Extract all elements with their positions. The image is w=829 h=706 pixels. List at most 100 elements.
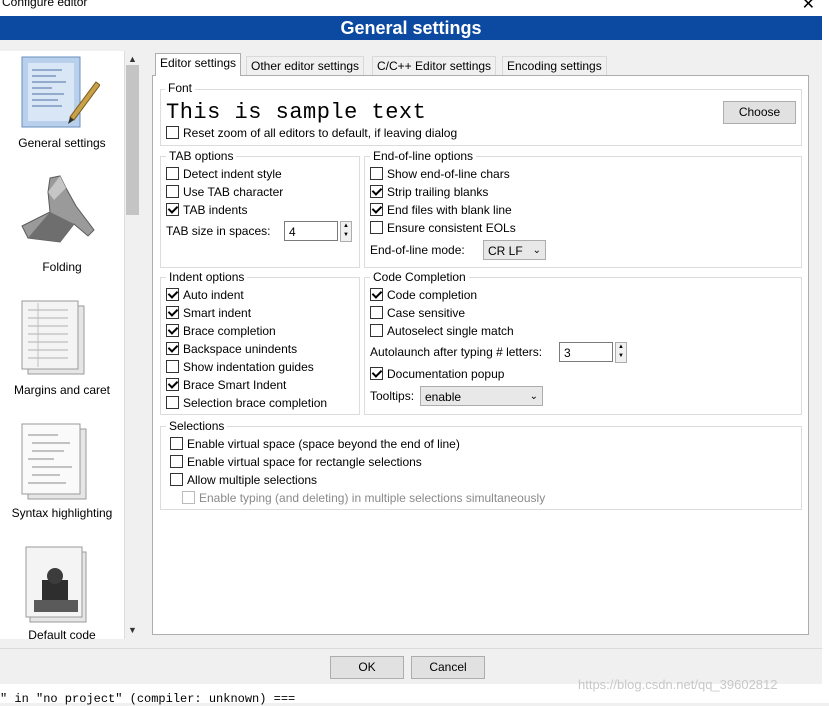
chevron-down-icon[interactable]: ▼ <box>128 625 137 635</box>
end-blank-line-checkbox[interactable]: End files with blank line <box>370 202 512 218</box>
case-sensitive-checkbox[interactable]: Case sensitive <box>370 305 465 321</box>
page-title: General settings <box>0 16 822 40</box>
show-eol-checkbox[interactable]: Show end-of-line chars <box>370 166 510 182</box>
autoselect-label: Autoselect single match <box>387 324 514 338</box>
end-blank-line-label: End files with blank line <box>387 203 512 217</box>
backspace-unindents-checkbox[interactable]: Backspace unindents <box>166 341 297 357</box>
font-group-title: Font <box>165 81 196 95</box>
checkbox-box[interactable] <box>166 360 179 373</box>
checkbox-box[interactable] <box>166 288 179 301</box>
sidebar-item-default-code[interactable]: Default code <box>0 541 124 639</box>
margins-icon <box>21 300 85 375</box>
choose-font-button[interactable]: Choose <box>723 101 796 124</box>
checkbox-box[interactable] <box>370 203 383 216</box>
autolaunch-input[interactable]: 3 <box>559 342 613 362</box>
virtual-space-rect-checkbox[interactable]: Enable virtual space for rectangle selec… <box>170 454 422 470</box>
use-tab-checkbox[interactable]: Use TAB character <box>166 184 283 200</box>
scrollbar-thumb[interactable] <box>126 65 139 215</box>
consistent-eol-checkbox[interactable]: Ensure consistent EOLs <box>370 220 516 236</box>
checkbox-box[interactable] <box>370 324 383 337</box>
strip-blanks-checkbox[interactable]: Strip trailing blanks <box>370 184 488 200</box>
tab-encoding-settings[interactable]: Encoding settings <box>502 56 607 76</box>
chevron-up-icon[interactable]: ▲ <box>128 54 137 64</box>
strip-blanks-label: Strip trailing blanks <box>387 185 489 199</box>
chevron-down-icon: ⌄ <box>529 391 538 402</box>
code-completion-checkbox[interactable]: Code completion <box>370 287 477 303</box>
documentation-popup-label: Documentation popup <box>387 367 505 381</box>
eol-mode-select[interactable]: CR LF ⌄ <box>483 240 546 260</box>
show-eol-label: Show end-of-line chars <box>387 167 510 181</box>
consistent-eol-label: Ensure consistent EOLs <box>387 221 516 235</box>
checkbox-box[interactable] <box>370 367 383 380</box>
sidebar-item-folding[interactable]: Folding <box>0 171 124 276</box>
checkbox-box[interactable] <box>370 185 383 198</box>
smart-indent-label: Smart indent <box>183 306 252 320</box>
font-sample-text: This is sample text <box>166 100 427 125</box>
divider <box>0 648 822 649</box>
sidebar-item-margins-and-caret[interactable]: Margins and caret <box>0 296 124 401</box>
sidebar-item-label: Syntax highlighting <box>11 506 113 520</box>
checkbox-box[interactable] <box>170 473 183 486</box>
category-list[interactable]: General settings Folding Margins and car… <box>0 51 125 639</box>
smart-indent-checkbox[interactable]: Smart indent <box>166 305 251 321</box>
tab-indents-label: TAB indents <box>183 203 248 217</box>
code-completion-label: Code completion <box>387 288 478 302</box>
detect-indent-checkbox[interactable]: Detect indent style <box>166 166 282 182</box>
checkbox-box[interactable] <box>370 221 383 234</box>
checkbox-box[interactable] <box>166 324 179 337</box>
tab-other-editor-settings[interactable]: Other editor settings <box>246 56 365 76</box>
reset-zoom-label: Reset zoom of all editors to default, if… <box>183 126 458 140</box>
tab-cpp-editor-settings[interactable]: C/C++ Editor settings <box>372 56 497 76</box>
checkbox-box[interactable] <box>170 437 183 450</box>
checkbox-box[interactable] <box>370 306 383 319</box>
cancel-button[interactable]: Cancel <box>411 656 485 679</box>
selection-brace-checkbox[interactable]: Selection brace completion <box>166 395 327 411</box>
use-tab-label: Use TAB character <box>183 185 284 199</box>
brace-smart-indent-label: Brace Smart Indent <box>183 378 287 392</box>
checkbox-box[interactable] <box>166 342 179 355</box>
checkbox-box[interactable] <box>166 378 179 391</box>
ok-button[interactable]: OK <box>330 656 404 679</box>
checkbox-box[interactable] <box>370 288 383 301</box>
virtual-space-label: Enable virtual space (space beyond the e… <box>187 437 460 451</box>
auto-indent-checkbox[interactable]: Auto indent <box>166 287 244 303</box>
sidebar-item-label: Folding <box>42 260 82 274</box>
autolaunch-stepper[interactable]: ▲ ▼ <box>615 342 627 363</box>
brace-completion-checkbox[interactable]: Brace completion <box>166 323 276 339</box>
documentation-popup-checkbox[interactable]: Documentation popup <box>370 366 504 382</box>
syntax-icon <box>21 423 87 500</box>
checkbox-box[interactable] <box>166 396 179 409</box>
tab-size-input[interactable]: 4 <box>284 221 338 241</box>
checkbox-box[interactable] <box>370 167 383 180</box>
eol-options-title: End-of-line options <box>370 149 477 163</box>
checkbox-box[interactable] <box>166 185 179 198</box>
tooltips-select[interactable]: enable ⌄ <box>420 386 543 406</box>
watermark: https://blog.csdn.net/qq_39602812 <box>578 677 778 692</box>
code-completion-title: Code Completion <box>370 270 469 284</box>
checkbox-box[interactable] <box>166 203 179 216</box>
window-title: Configure editor <box>2 0 88 9</box>
sidebar-scrollbar[interactable]: ▲ ▼ <box>124 51 141 639</box>
multiple-selections-checkbox[interactable]: Allow multiple selections <box>170 472 317 488</box>
brace-smart-indent-checkbox[interactable]: Brace Smart Indent <box>166 377 286 393</box>
tab-indents-checkbox[interactable]: TAB indents <box>166 202 247 218</box>
virtual-space-checkbox[interactable]: Enable virtual space (space beyond the e… <box>170 436 460 452</box>
checkbox-box[interactable] <box>166 126 179 139</box>
eol-mode-value: CR LF <box>488 244 523 258</box>
sidebar-item-syntax-highlighting[interactable]: Syntax highlighting <box>0 419 124 524</box>
indent-guides-checkbox[interactable]: Show indentation guides <box>166 359 314 375</box>
sidebar-item-general-settings[interactable]: General settings <box>0 51 124 157</box>
tab-editor-settings[interactable]: Editor settings <box>155 53 242 76</box>
case-sensitive-label: Case sensitive <box>387 306 466 320</box>
chevron-down-icon: ⌄ <box>532 245 541 256</box>
checkbox-box[interactable] <box>166 306 179 319</box>
indent-guides-label: Show indentation guides <box>183 360 314 374</box>
checkbox-box[interactable] <box>166 167 179 180</box>
close-icon[interactable]: ✕ <box>802 0 815 14</box>
autoselect-checkbox[interactable]: Autoselect single match <box>370 323 514 339</box>
checkbox-box[interactable] <box>170 455 183 468</box>
virtual-space-rect-label: Enable virtual space for rectangle selec… <box>187 455 422 469</box>
tab-size-stepper[interactable]: ▲ ▼ <box>340 221 352 242</box>
sidebar-item-label: General settings <box>18 136 106 150</box>
reset-zoom-checkbox[interactable]: Reset zoom of all editors to default, if… <box>166 125 457 141</box>
